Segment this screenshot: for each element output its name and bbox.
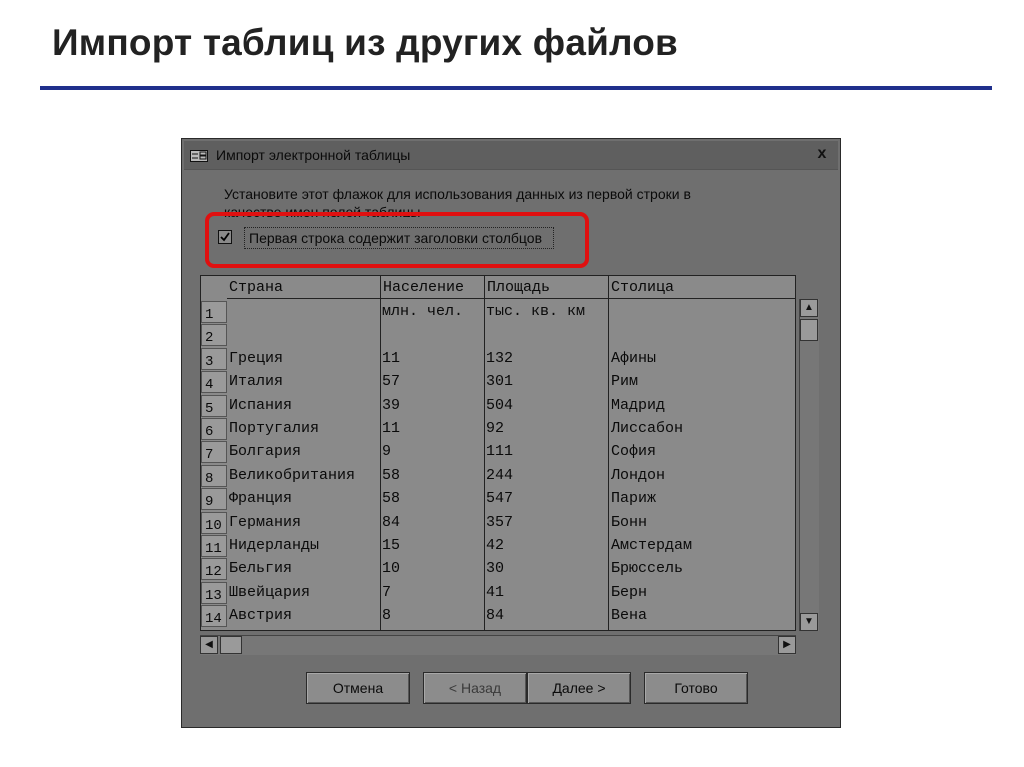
column-header-capital[interactable]: Столица xyxy=(609,276,795,299)
column-header-area[interactable]: Площадь xyxy=(485,276,609,299)
table-cell: Афины xyxy=(611,349,657,367)
row-number[interactable]: 14 xyxy=(201,605,227,628)
close-button[interactable]: x xyxy=(812,144,832,164)
dialog-title: Импорт электронной таблицы xyxy=(216,147,411,163)
table-cell: Брюссель xyxy=(611,560,684,578)
row-number[interactable]: 13 xyxy=(201,581,227,604)
row-number[interactable]: 12 xyxy=(201,558,227,581)
table-cell: 58 xyxy=(382,490,401,508)
table-cell: 132 xyxy=(486,349,514,367)
table-cell: 39 xyxy=(382,396,401,414)
dialog-titlebar[interactable]: Импорт электронной таблицы x xyxy=(184,141,838,170)
table-cell: 15 xyxy=(382,537,401,554)
red-highlight-frame xyxy=(205,212,589,268)
table-cell: 92 xyxy=(486,420,505,437)
row-number[interactable]: 10 xyxy=(201,511,227,534)
table-cell: Лондон xyxy=(611,466,666,484)
cancel-button[interactable]: Отмена xyxy=(306,672,410,704)
row-number[interactable]: 4 xyxy=(201,371,227,394)
table-cell: Нидерланды xyxy=(229,537,320,554)
table-cell: 111 xyxy=(486,443,514,461)
table-cell: млн. чел. xyxy=(382,303,464,320)
table-cell: 84 xyxy=(382,513,401,531)
table-cell: Испания xyxy=(229,396,293,414)
table-cell: Бонн xyxy=(611,513,648,531)
table-cell: 301 xyxy=(486,373,514,391)
import-dialog: Импорт электронной таблицы x Установите … xyxy=(181,138,841,728)
column-divider xyxy=(380,276,381,630)
table-cell: Швейцария xyxy=(229,583,311,601)
table-cell: Лиссабон xyxy=(611,420,684,437)
table-cell: Амстердам xyxy=(611,537,693,554)
back-button[interactable]: < Назад xyxy=(423,672,527,704)
table-cell: 10 xyxy=(382,560,401,578)
table-cell: Германия xyxy=(229,513,302,531)
table-cell: 504 xyxy=(486,396,514,414)
table-cell: 357 xyxy=(486,513,514,531)
table-cell: София xyxy=(611,443,657,461)
horizontal-scrollbar[interactable]: ◀ ▶ xyxy=(200,635,796,655)
row-number[interactable]: 1 xyxy=(201,301,227,323)
table-cell: 7 xyxy=(382,583,392,601)
table-cell: Австрия xyxy=(229,607,293,625)
table-cell: 42 xyxy=(486,537,505,554)
table-cell: Вена xyxy=(611,607,648,625)
table-cell: Берн xyxy=(611,583,648,601)
table-cell: 41 xyxy=(486,583,505,601)
table-cell: Португалия xyxy=(229,420,320,437)
table-cell: 8 xyxy=(382,607,392,625)
table-cell: 9 xyxy=(382,443,392,461)
column-divider xyxy=(608,276,609,630)
table-cell: Великобритания xyxy=(229,466,356,484)
row-number[interactable]: 2 xyxy=(201,324,227,347)
table-cell: 57 xyxy=(382,373,401,391)
triangle-down-icon[interactable]: ▼ xyxy=(800,613,818,631)
row-number[interactable]: 8 xyxy=(201,464,227,487)
table-cell: 11 xyxy=(382,420,401,437)
slide-title: Импорт таблиц из других файлов xyxy=(52,22,679,63)
table-cell: Болгария xyxy=(229,443,302,461)
triangle-left-icon[interactable]: ◀ xyxy=(200,636,218,654)
horizontal-scroll-thumb[interactable] xyxy=(220,636,242,654)
table-cell: Рим xyxy=(611,373,639,391)
finish-button[interactable]: Готово xyxy=(644,672,748,704)
table-cell: 244 xyxy=(486,466,514,484)
vertical-scrollbar[interactable]: ▲ ▼ xyxy=(799,299,819,631)
column-divider xyxy=(484,276,485,630)
table-cell: тыс. кв. км xyxy=(486,303,586,320)
row-number[interactable]: 5 xyxy=(201,394,227,417)
table-cell: Париж xyxy=(611,490,657,508)
table-cell: 11 xyxy=(382,349,401,367)
table-cell: Италия xyxy=(229,373,284,391)
table-cell: 30 xyxy=(486,560,505,578)
next-button[interactable]: Далее > xyxy=(527,672,631,704)
row-number[interactable]: 11 xyxy=(201,535,227,557)
table-cell: Мадрид xyxy=(611,396,666,414)
column-header-country[interactable]: Страна xyxy=(227,276,381,299)
data-preview-grid[interactable]: Страна Население Площадь Столица 1 млн. ч… xyxy=(200,275,796,631)
triangle-up-icon[interactable]: ▲ xyxy=(800,299,818,317)
table-cell: 58 xyxy=(382,466,401,484)
table-cell: 84 xyxy=(486,607,505,625)
title-rule xyxy=(40,86,992,90)
vertical-scroll-thumb[interactable] xyxy=(800,319,818,341)
table-cell: Франция xyxy=(229,490,293,508)
row-number[interactable]: 6 xyxy=(201,418,227,440)
row-number[interactable]: 9 xyxy=(201,488,227,511)
table-cell: Греция xyxy=(229,349,284,367)
column-header-population[interactable]: Население xyxy=(381,276,485,299)
table-cell: 547 xyxy=(486,490,514,508)
triangle-right-icon[interactable]: ▶ xyxy=(778,636,796,654)
table-cell: Бельгия xyxy=(229,560,293,578)
row-number[interactable]: 3 xyxy=(201,347,227,370)
row-number[interactable]: 7 xyxy=(201,441,227,464)
form-icon xyxy=(190,149,208,162)
